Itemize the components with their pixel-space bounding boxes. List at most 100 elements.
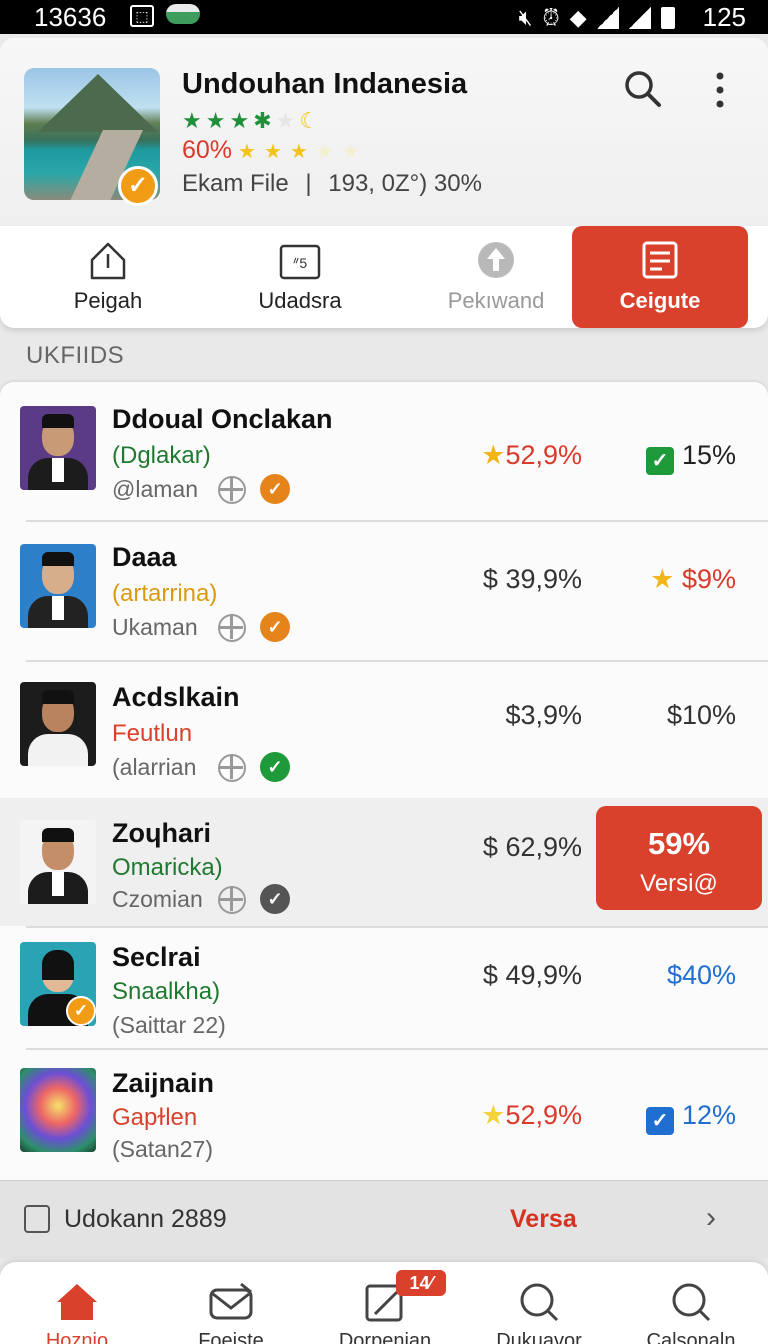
- item-subtitle: (artarrina): [112, 580, 218, 607]
- item-name: Ddoual Onclakan: [112, 404, 333, 434]
- avatar: [20, 682, 96, 766]
- status-time: 13636: [34, 2, 107, 32]
- star-icon: ★: [275, 108, 300, 133]
- item-name: Seclrai: [112, 942, 201, 972]
- file-stats: 193, 0Z°) 30%: [328, 170, 482, 197]
- ranking-list: Ddoual Onclakan (Dglakar) @laman ✓ ★52,9…: [0, 382, 768, 1182]
- item-value-primary: $3,9%: [505, 700, 582, 730]
- star-icon: ★: [650, 564, 675, 594]
- alarm-icon: ⏰︎: [542, 4, 560, 30]
- status-icons: 🔇︎ ⏰︎ ◆ 125: [519, 2, 746, 33]
- section-title: UKFIIDS: [26, 342, 125, 369]
- status-bar: 13636 ⬚ 🔇︎ ⏰︎ ◆ 125: [0, 0, 768, 34]
- list-item[interactable]: Acdslkain Feutlun (alarrian ✓ $3,9% $10%: [0, 660, 768, 792]
- star-icon: ★: [229, 108, 254, 133]
- item-name: Daaa: [112, 542, 177, 572]
- share-icon: [90, 242, 126, 280]
- nav-dukuavor[interactable]: Dukuavor: [462, 1262, 616, 1344]
- item-subtitle: Snaalkha): [112, 978, 221, 1005]
- footer-link[interactable]: Versa: [510, 1205, 577, 1234]
- app-header: ✓ Undouhan Indanesia ★★★✱★☾ 60% ★★★★★ Eka…: [0, 38, 768, 228]
- checkbox-icon: ✓: [645, 447, 674, 475]
- rating-percent: 60%: [182, 136, 233, 164]
- nav-calsonaln[interactable]: Calsonaln: [614, 1262, 768, 1344]
- calendar-icon: ᐥ5: [279, 244, 321, 280]
- globe-icon: [218, 476, 246, 504]
- avatar: ✓: [20, 942, 96, 1026]
- star-icon: ★: [481, 440, 506, 470]
- search-icon: [520, 1283, 559, 1322]
- action-pekiwand[interactable]: Pekıwand: [406, 226, 586, 328]
- star-icon: ★: [182, 108, 206, 133]
- action-udadsra[interactable]: ᐥ5 Udadsra: [210, 226, 390, 328]
- rating-row: 60% ★★★★★: [182, 136, 368, 165]
- search-icon[interactable]: [622, 68, 662, 108]
- footer-bar: Udokann 2889 Versa ›: [0, 1180, 768, 1258]
- checkbox[interactable]: [24, 1205, 50, 1233]
- wifi-icon: ◆: [569, 4, 587, 30]
- list-item[interactable]: Daaa (artarrina) Ukaman ✓ $ 39,9% ★ $9%: [0, 520, 768, 652]
- action-ceigute[interactable]: Ceigute: [572, 226, 748, 328]
- upload-icon: [478, 242, 514, 278]
- globe-icon: [218, 754, 246, 782]
- avatar: [20, 820, 96, 904]
- checkbox-icon: ✓: [645, 1107, 674, 1135]
- version-card[interactable]: 59% Versi@: [596, 806, 762, 910]
- moon-icon: ☾: [299, 108, 324, 133]
- list-item[interactable]: Zaijnain Gapɫlen (Satan27) ★52,9% ✓ 12%: [0, 1048, 768, 1180]
- check-icon: ✓: [260, 474, 290, 504]
- nav-foeiste[interactable]: Foeiste: [154, 1262, 308, 1344]
- action-peigah[interactable]: Peigah: [18, 226, 198, 328]
- nav-home[interactable]: Hoznio: [0, 1262, 154, 1344]
- mail-icon: [209, 1282, 253, 1320]
- item-value-primary: $ 39,9%: [482, 564, 582, 594]
- item-value-secondary: $10%: [666, 700, 736, 730]
- image-icon: ⬚: [130, 5, 154, 27]
- signal-icon: [628, 6, 651, 29]
- item-meta: Ukaman: [112, 614, 198, 640]
- avatar: [20, 1068, 96, 1152]
- item-subtitle: Gapɫlen: [112, 1104, 198, 1131]
- action-label: Pekıwand: [447, 288, 545, 313]
- version-label: Versi@: [640, 870, 718, 897]
- item-name: Zaijnain: [112, 1068, 215, 1098]
- item-subtitle: Omaricka): [112, 854, 223, 881]
- action-label: Ceigute: [619, 288, 701, 313]
- verified-check-icon: ✓: [66, 996, 96, 1026]
- more-vert-icon[interactable]: [702, 70, 738, 110]
- check-icon: ✓: [260, 884, 290, 914]
- file-label: Ekam File: [182, 170, 289, 197]
- item-name: Zoɥhari: [112, 818, 211, 848]
- action-label: Udadsra: [258, 288, 342, 313]
- item-meta: (alarrian: [112, 754, 197, 780]
- star-icon: ★: [481, 1100, 506, 1130]
- star-rating: ★★★✱★☾: [182, 108, 323, 134]
- app-title: Undouhan Indanesia: [182, 68, 468, 100]
- item-subtitle: Feutlun: [112, 720, 193, 747]
- item-value-primary: $ 62,9%: [482, 832, 582, 862]
- avatar: [20, 544, 96, 628]
- app-icon: [166, 4, 200, 24]
- nav-label: Dukuavor: [496, 1330, 582, 1344]
- avatar: [20, 406, 96, 490]
- notification-badge: 14⁄: [396, 1270, 446, 1296]
- action-label: Peigah: [73, 288, 143, 313]
- version-percent: 59%: [647, 826, 711, 861]
- nav-label: Calsonaln: [646, 1330, 736, 1344]
- footer-label: Udokann 2889: [64, 1205, 227, 1233]
- list-item[interactable]: Ddoual Onclakan (Dglakar) @laman ✓ ★52,9…: [0, 382, 768, 514]
- list-item[interactable]: ✓ Seclrai Snaalkha) (Saittar 22) $ 49,9%…: [0, 926, 768, 1058]
- item-value-secondary: $40%: [666, 960, 736, 990]
- item-meta: (Saittar 22): [112, 1012, 226, 1038]
- item-value-secondary: ★ $9%: [650, 564, 736, 594]
- item-value-primary: $ 49,9%: [482, 960, 582, 990]
- battery-icon: [660, 6, 675, 29]
- nav-label: Dorpenian: [338, 1330, 432, 1344]
- item-value-secondary: ✓ 12%: [645, 1100, 736, 1135]
- check-icon: ✓: [260, 752, 290, 782]
- mute-icon: 🔇︎: [518, 4, 533, 30]
- item-value-primary: ★52,9%: [481, 1100, 582, 1130]
- chevron-right-icon[interactable]: ›: [706, 1201, 716, 1235]
- nav-label: Foeiste: [198, 1330, 264, 1344]
- home-icon: [57, 1284, 97, 1320]
